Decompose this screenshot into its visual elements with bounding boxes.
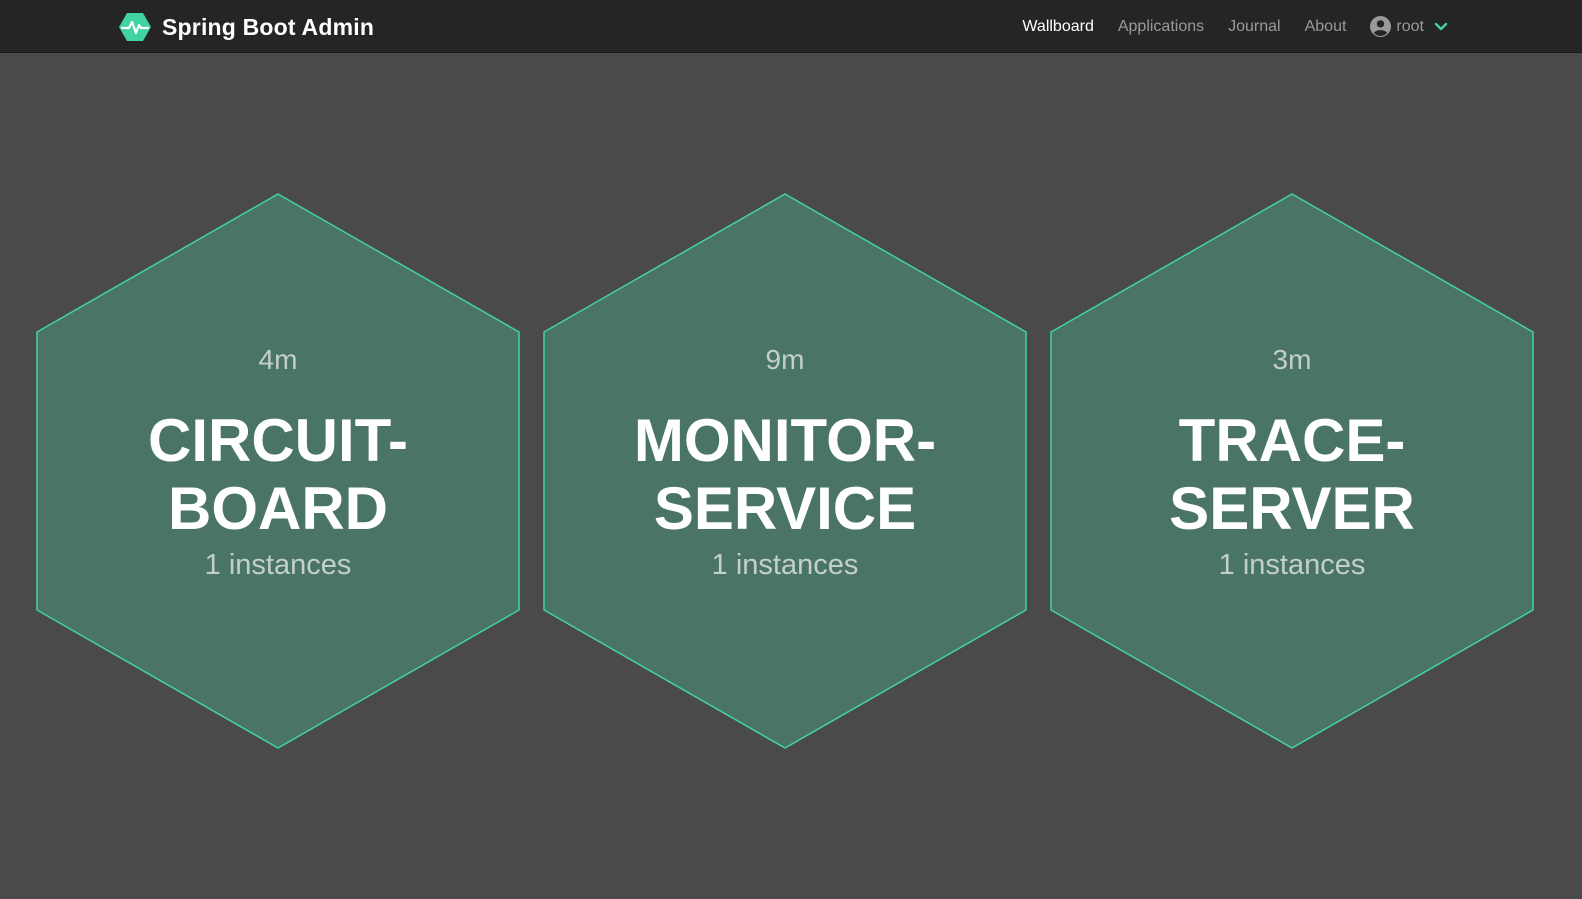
application-name-line: SERVER xyxy=(1169,475,1415,542)
application-instance-count: 1 instances xyxy=(204,549,352,581)
application-hexagon[interactable]: 3m TRACE- SERVER 1 instances xyxy=(1050,193,1534,749)
application-summary: 9m MONITOR- SERVICE 1 instances xyxy=(543,193,1027,749)
application-hexagon[interactable]: 4m CIRCUIT- BOARD 1 instances xyxy=(36,193,520,749)
nav-wallboard[interactable]: Wallboard xyxy=(1022,18,1093,36)
top-navbar: Spring Boot Admin Wallboard Applications… xyxy=(0,0,1582,53)
application-name-line: MONITOR- xyxy=(633,407,937,474)
application-uptime: 4m xyxy=(258,344,298,375)
application-uptime: 9m xyxy=(765,344,805,375)
main-nav: Wallboard Applications Journal About roo… xyxy=(998,0,1448,53)
application-name-line: BOARD xyxy=(168,475,388,542)
wallboard: 4m CIRCUIT- BOARD 1 instances 9m MONITOR… xyxy=(0,53,1582,899)
brand-name: Spring Boot Admin xyxy=(162,13,375,40)
user-menu-toggle[interactable]: root xyxy=(1370,16,1448,37)
application-name-line: CIRCUIT- xyxy=(148,407,408,474)
application-instance-count: 1 instances xyxy=(711,549,859,581)
application-uptime: 3m xyxy=(1272,344,1312,375)
heartbeat-hexagon-icon xyxy=(119,13,151,41)
nav-journal[interactable]: Journal xyxy=(1228,18,1280,36)
user-circle-icon xyxy=(1370,16,1392,37)
application-hexagon[interactable]: 9m MONITOR- SERVICE 1 instances xyxy=(543,193,1027,749)
application-name-line: TRACE- xyxy=(1178,407,1406,474)
application-instance-count: 1 instances xyxy=(1218,549,1366,581)
application-name: TRACE- SERVER xyxy=(1080,407,1504,543)
nav-about[interactable]: About xyxy=(1305,18,1347,36)
chevron-down-icon xyxy=(1434,22,1448,30)
nav-applications[interactable]: Applications xyxy=(1118,18,1204,36)
application-name: MONITOR- SERVICE xyxy=(573,407,997,543)
brand-link[interactable]: Spring Boot Admin xyxy=(118,10,374,44)
application-name: CIRCUIT- BOARD xyxy=(66,407,490,543)
application-summary: 4m CIRCUIT- BOARD 1 instances xyxy=(36,193,520,749)
application-summary: 3m TRACE- SERVER 1 instances xyxy=(1050,193,1534,749)
application-name-line: SERVICE xyxy=(653,475,917,542)
user-name: root xyxy=(1396,17,1424,35)
